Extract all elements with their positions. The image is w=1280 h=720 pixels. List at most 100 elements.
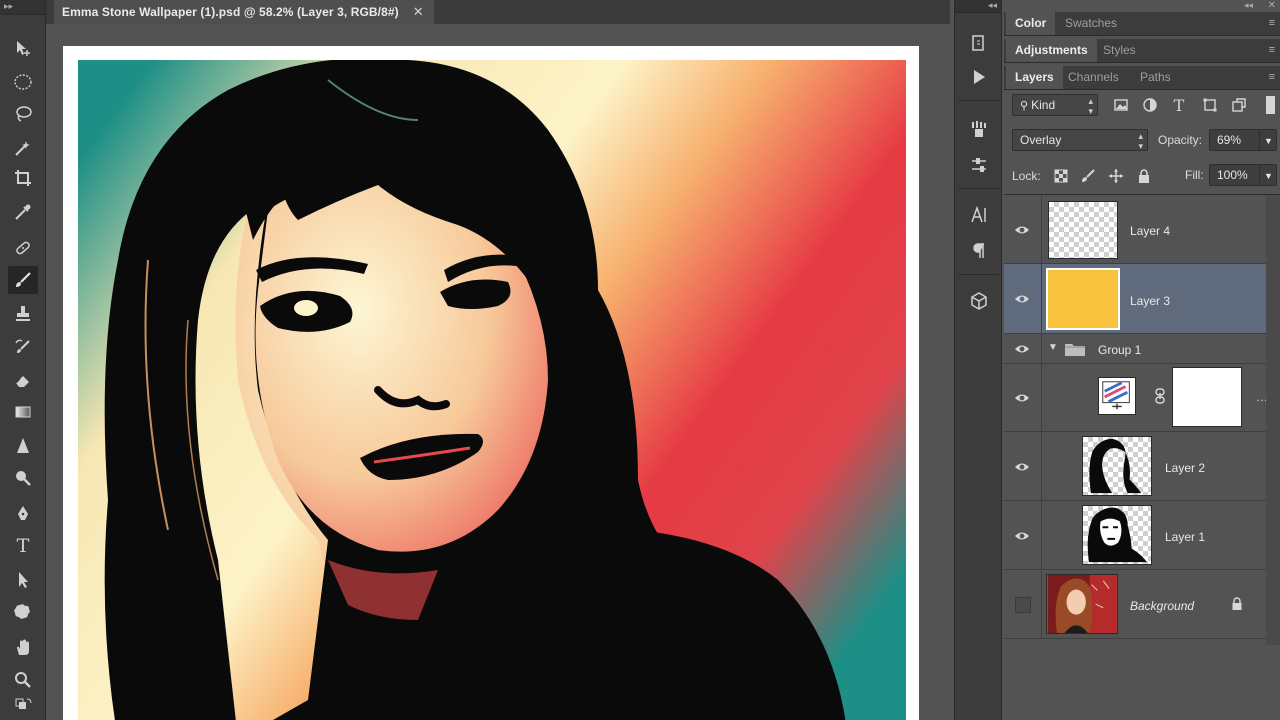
- paragraph-panel-icon[interactable]: [964, 238, 994, 264]
- tools-panel-grip[interactable]: ▸▸: [0, 0, 45, 15]
- gradient-map-adjustment-icon[interactable]: [1098, 377, 1136, 415]
- shape-layer-filter-icon[interactable]: [1201, 96, 1219, 114]
- layers-scrollbar[interactable]: [1266, 195, 1280, 645]
- pen-tool-icon[interactable]: [8, 500, 38, 528]
- hand-tool-icon[interactable]: [8, 634, 38, 662]
- default-colors-icon[interactable]: [8, 694, 38, 718]
- blend-mode-value: Overlay: [1020, 133, 1062, 147]
- eye-icon[interactable]: [1014, 390, 1030, 406]
- layer-3-thumbnail[interactable]: [1046, 268, 1120, 330]
- layer-name[interactable]: Layer 2: [1165, 461, 1205, 475]
- document-tab-title: Emma Stone Wallpaper (1).psd @ 58.2% (La…: [62, 5, 399, 19]
- lock-all-icon[interactable]: [1136, 168, 1152, 184]
- close-document-icon[interactable]: ✕: [413, 4, 424, 20]
- eyedropper-tool-icon[interactable]: [8, 198, 38, 226]
- path-selection-tool-icon[interactable]: [8, 566, 38, 594]
- lock-position-icon[interactable]: [1108, 168, 1124, 184]
- dock-collapse-icon[interactable]: ◂◂: [1244, 0, 1253, 11]
- color-panel-menu-icon[interactable]: ≡: [1269, 17, 1276, 29]
- lock-image-pixels-icon[interactable]: [1080, 168, 1096, 184]
- dock-close-icon[interactable]: ✕: [1268, 0, 1276, 11]
- gradient-tool-icon[interactable]: [8, 398, 38, 426]
- tab-color[interactable]: Color: [1006, 12, 1056, 35]
- layer-mask-thumbnail[interactable]: [1172, 367, 1242, 427]
- fill-field[interactable]: 100%: [1209, 164, 1261, 186]
- fill-dropdown-button[interactable]: ▼: [1259, 164, 1277, 186]
- dodge-tool-icon[interactable]: [8, 464, 38, 492]
- adjustments-panel-menu-icon[interactable]: ≡: [1269, 44, 1276, 56]
- layer-4-thumbnail[interactable]: [1048, 201, 1118, 259]
- tab-adjustments[interactable]: Adjustments: [1006, 39, 1097, 62]
- group-expand-triangle-icon[interactable]: ▼: [1048, 342, 1058, 353]
- eye-icon[interactable]: [1014, 528, 1030, 544]
- adjustment-layer-filter-icon[interactable]: [1141, 96, 1159, 114]
- layer-row-layer-1[interactable]: Layer 1: [1004, 501, 1266, 570]
- layer-row-group-1[interactable]: ▼ Group 1: [1004, 334, 1266, 364]
- layer-row-gradient-map-adjustment[interactable]: …: [1004, 364, 1268, 432]
- layer-row-background[interactable]: Background: [1004, 570, 1266, 639]
- character-panel-icon[interactable]: [964, 202, 994, 228]
- magic-wand-tool-icon[interactable]: [8, 134, 38, 162]
- pixel-layer-filter-icon[interactable]: [1112, 96, 1130, 114]
- visibility-toggle-off[interactable]: [1015, 597, 1031, 613]
- tab-paths[interactable]: Paths: [1131, 66, 1180, 89]
- group-name[interactable]: Group 1: [1098, 343, 1141, 357]
- eye-icon[interactable]: [1014, 341, 1030, 357]
- history-panel-icon[interactable]: [964, 30, 994, 56]
- tab-layers[interactable]: Layers: [1006, 66, 1063, 89]
- layer-name[interactable]: Layer 4: [1130, 224, 1170, 238]
- fill-label: Fill:: [1185, 168, 1204, 182]
- custom-shape-tool-icon[interactable]: [8, 598, 38, 626]
- lock-transparent-pixels-icon[interactable]: [1053, 168, 1069, 184]
- layers-panel-menu-icon[interactable]: ≡: [1269, 71, 1276, 83]
- layer-1-thumbnail[interactable]: [1082, 505, 1152, 565]
- collapsed-panels-strip: ◂◂: [954, 0, 1002, 720]
- eye-icon[interactable]: [1014, 291, 1030, 307]
- layer-row-layer-4[interactable]: Layer 4: [1004, 195, 1266, 264]
- crop-tool-icon[interactable]: [8, 164, 38, 192]
- elliptical-marquee-tool-icon[interactable]: [8, 68, 38, 96]
- eraser-tool-icon[interactable]: [8, 366, 38, 394]
- layer-name[interactable]: Layer 1: [1165, 530, 1205, 544]
- canvas-area[interactable]: [46, 24, 950, 720]
- history-brush-tool-icon[interactable]: [8, 334, 38, 362]
- tab-swatches[interactable]: Swatches: [1056, 12, 1126, 35]
- right-panel-dock: Color Swatches ≡ ◂◂ ✕ Adjustments Styles…: [1004, 0, 1280, 720]
- filter-toggle-switch[interactable]: [1266, 96, 1275, 114]
- opacity-dropdown-button[interactable]: ▼: [1259, 129, 1277, 151]
- layer-name[interactable]: Background: [1130, 599, 1194, 613]
- tab-channels[interactable]: Channels: [1059, 66, 1128, 89]
- chevron-down-icon: ▼: [1264, 171, 1273, 181]
- type-layer-filter-icon[interactable]: T: [1170, 96, 1188, 115]
- layer-row-layer-2[interactable]: Layer 2: [1004, 432, 1266, 501]
- folder-icon: [1064, 341, 1086, 357]
- clone-stamp-tool-icon[interactable]: [8, 300, 38, 328]
- collapsed-panels-grip[interactable]: ◂◂: [955, 0, 1001, 13]
- blur-tool-icon[interactable]: [8, 432, 38, 460]
- eye-icon[interactable]: [1014, 222, 1030, 238]
- brush-panel-icon[interactable]: [964, 152, 994, 178]
- lasso-tool-icon[interactable]: [8, 100, 38, 128]
- pop-art-portrait-artwork[interactable]: [78, 60, 906, 720]
- move-tool-icon[interactable]: [8, 34, 38, 62]
- 3d-panel-icon[interactable]: [964, 288, 994, 314]
- zoom-tool-icon[interactable]: [8, 666, 38, 694]
- blend-mode-select[interactable]: Overlay ▴ ▾: [1012, 129, 1148, 151]
- filter-kind-select[interactable]: ⚲ Kind ▴ ▾: [1012, 94, 1098, 116]
- tab-styles[interactable]: Styles: [1094, 39, 1145, 62]
- healing-brush-tool-icon[interactable]: [8, 234, 38, 262]
- portrait-illustration: [78, 60, 906, 720]
- opacity-field[interactable]: 69%: [1209, 129, 1261, 151]
- mask-link-icon[interactable]: [1154, 388, 1166, 404]
- document-tab[interactable]: Emma Stone Wallpaper (1).psd @ 58.2% (La…: [54, 0, 434, 24]
- smart-object-filter-icon[interactable]: [1230, 96, 1248, 114]
- type-tool-icon[interactable]: T: [8, 532, 38, 560]
- layer-name[interactable]: Layer 3: [1130, 294, 1170, 308]
- brush-tool-icon[interactable]: [8, 266, 38, 294]
- background-thumbnail[interactable]: [1046, 574, 1118, 634]
- brush-presets-panel-icon[interactable]: [964, 116, 994, 142]
- actions-panel-icon[interactable]: [964, 64, 994, 90]
- layer-2-thumbnail[interactable]: [1082, 436, 1152, 496]
- eye-icon[interactable]: [1014, 459, 1030, 475]
- layer-row-layer-3[interactable]: Layer 3: [1004, 264, 1266, 334]
